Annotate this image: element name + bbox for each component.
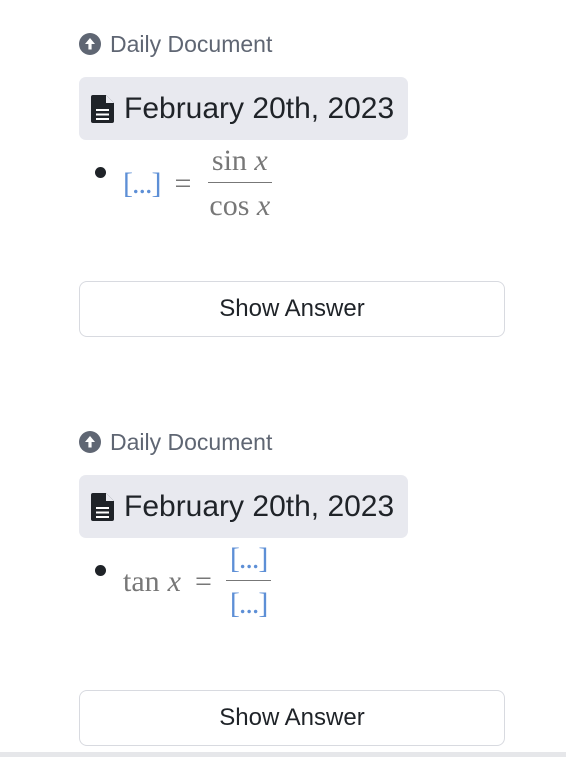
show-answer-button[interactable]: Show Answer — [79, 281, 505, 337]
left-function: tan — [123, 564, 160, 598]
page-reference-chip[interactable]: February 20th, 2023 — [79, 475, 408, 538]
page-title: February 20th, 2023 — [124, 91, 395, 125]
page-reference-chip[interactable]: February 20th, 2023 — [79, 77, 408, 140]
arrow-up-circle-icon — [79, 33, 101, 55]
review-card-2: Daily Document February 20th, 2023 tan x… — [79, 429, 505, 746]
bullet-dot — [95, 167, 106, 178]
breadcrumb[interactable]: Daily Document — [79, 429, 505, 455]
document-icon — [91, 492, 114, 521]
list-item: tan x = [...] [...] — [79, 544, 505, 626]
horizontal-scrollbar[interactable] — [0, 752, 566, 757]
numerator-cloze-blank[interactable]: [...] — [225, 544, 272, 581]
breadcrumb-label: Daily Document — [110, 428, 273, 455]
numerator-function: sin — [211, 144, 247, 177]
cloze-blank[interactable]: [...] — [123, 167, 161, 201]
list-item: [...] = sin x cos x — [79, 146, 505, 228]
page-title: February 20th, 2023 — [124, 489, 395, 523]
fraction: [...] [...] — [225, 544, 272, 619]
numerator-variable: x — [254, 144, 268, 177]
breadcrumb[interactable]: Daily Document — [79, 31, 505, 57]
fraction: sin x cos x — [205, 146, 274, 221]
fraction-numerator: sin x — [207, 144, 272, 183]
denominator-variable: x — [256, 189, 271, 222]
equals-sign: = — [174, 166, 192, 200]
denominator-function: cos — [209, 189, 250, 222]
equals-sign: = — [194, 564, 212, 598]
left-variable: x — [167, 564, 181, 598]
bullet-dot — [95, 565, 106, 576]
math-formula: [...] = sin x cos x — [123, 146, 274, 221]
breadcrumb-label: Daily Document — [110, 30, 273, 57]
document-icon — [91, 94, 114, 123]
math-formula: tan x = [...] [...] — [123, 544, 272, 619]
denominator-cloze-blank[interactable]: [...] — [226, 581, 271, 619]
review-card-1: Daily Document February 20th, 2023 [...]… — [79, 31, 505, 337]
show-answer-button[interactable]: Show Answer — [79, 690, 505, 746]
review-page: Daily Document February 20th, 2023 [...]… — [0, 0, 566, 757]
arrow-up-circle-icon — [79, 431, 101, 453]
fraction-denominator: cos x — [205, 183, 274, 221]
